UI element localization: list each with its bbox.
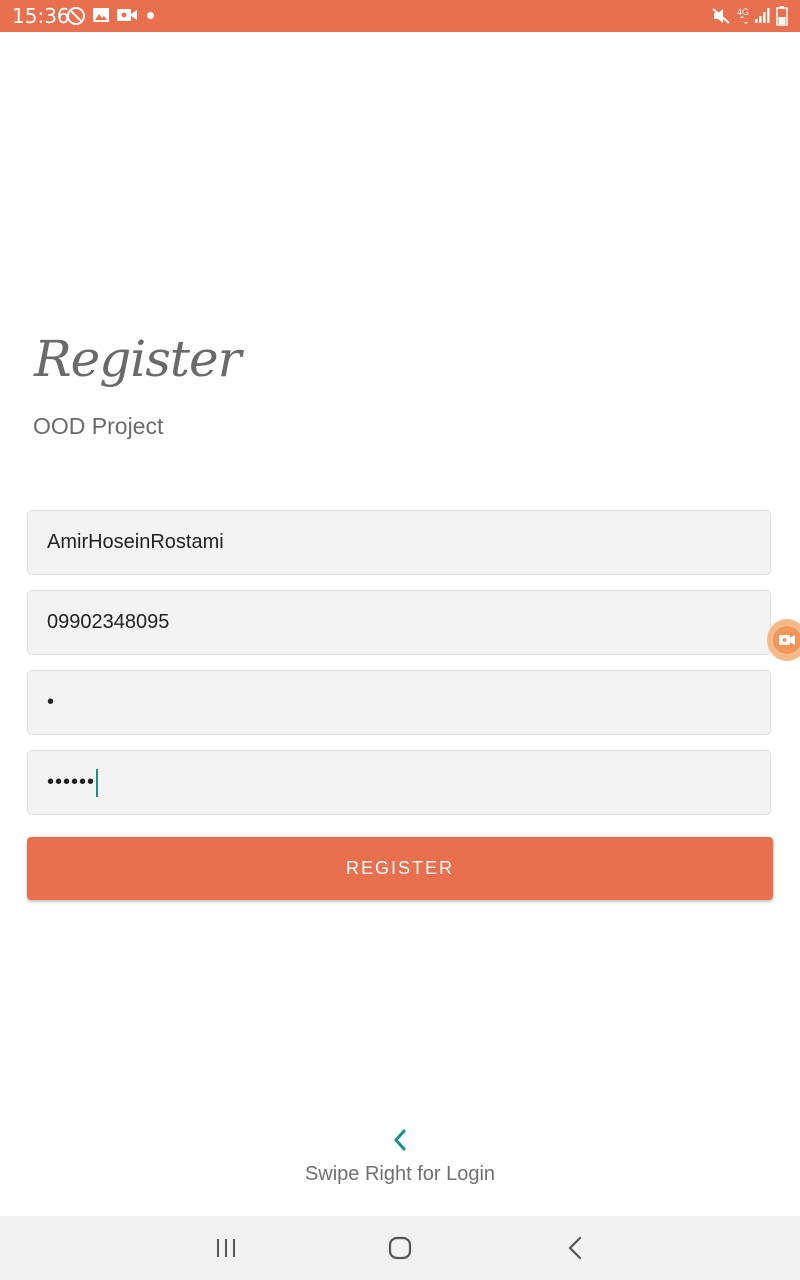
username-value: AmirHoseinRostami xyxy=(47,531,224,553)
video-icon xyxy=(117,9,137,21)
notification-dot xyxy=(147,12,154,19)
navigation-bar xyxy=(0,1216,800,1280)
signal-icon xyxy=(755,8,770,23)
page-title: Register xyxy=(34,330,241,388)
register-button[interactable]: REGISTER xyxy=(27,837,773,900)
password-value: • xyxy=(47,691,56,713)
home-button[interactable] xyxy=(386,1216,414,1280)
username-field[interactable]: AmirHoseinRostami xyxy=(27,510,771,575)
text-cursor xyxy=(96,768,99,797)
password-field[interactable]: • xyxy=(27,670,771,735)
page-subtitle: OOD Project xyxy=(33,413,164,439)
confirm-password-value: •••••• xyxy=(47,771,96,793)
battery-icon xyxy=(776,6,788,26)
status-bar: 15:36 4G xyxy=(0,0,800,32)
mute-icon xyxy=(712,8,730,24)
gallery-icon xyxy=(93,8,109,22)
status-time: 15:36 xyxy=(12,4,70,28)
record-icon xyxy=(773,626,800,654)
dnd-icon xyxy=(67,7,85,25)
confirm-password-field[interactable]: •••••• xyxy=(27,750,771,815)
chevron-left-icon[interactable] xyxy=(391,1128,409,1152)
phone-value: 09902348095 xyxy=(47,611,170,633)
4g-icon: 4G xyxy=(737,7,749,24)
phone-field[interactable]: 09902348095 xyxy=(27,590,771,655)
back-button[interactable] xyxy=(562,1216,590,1280)
recent-apps-button[interactable] xyxy=(212,1216,240,1280)
network-label: 4G xyxy=(737,7,749,17)
swipe-hint: Swipe Right for Login xyxy=(304,1163,496,1185)
screen-recorder-bubble[interactable] xyxy=(767,619,800,661)
